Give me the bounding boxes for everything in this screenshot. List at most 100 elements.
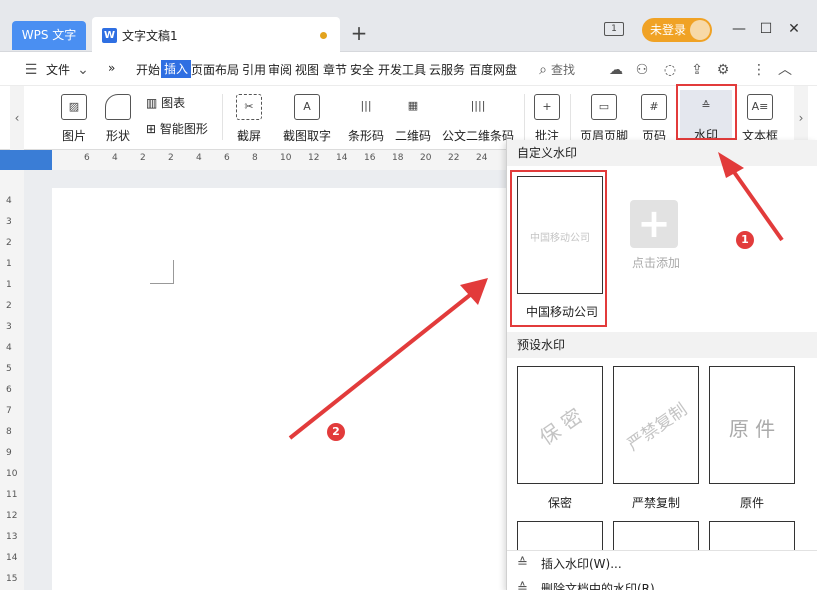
title-bar: WPS 文字 W 文字文稿1 + 1 未登录 — ☐ ✕	[0, 0, 817, 52]
ocr-button[interactable]: A 截图取字	[278, 94, 336, 144]
search-label[interactable]: 查找	[551, 61, 575, 78]
qrcode-button[interactable]: ▦ 二维码	[394, 94, 432, 144]
picture-icon: ▨	[61, 94, 87, 120]
remove-watermark-label: 删除文档中的水印(R)	[541, 582, 655, 590]
watermark-highlight-box	[676, 84, 737, 140]
preset-watermark-heading: 预设水印	[507, 332, 817, 358]
minimize-button[interactable]: —	[730, 20, 748, 38]
new-tab-button[interactable]: +	[348, 22, 370, 44]
ruler-tick-label: 12	[6, 511, 18, 521]
close-button[interactable]: ✕	[785, 20, 803, 38]
ruler-tick-label: 6	[6, 385, 12, 395]
ruler-tick-label: 4	[112, 153, 118, 163]
ruler-tick-label: 20	[420, 153, 432, 163]
hamburger-icon[interactable]: ☰	[22, 61, 40, 79]
callout-2: 2	[327, 423, 345, 441]
menu-reference[interactable]: 引用	[242, 61, 266, 78]
comment-icon: +	[534, 94, 560, 120]
qrcode-icon: ▦	[407, 99, 419, 112]
chat-icon[interactable]: ◌	[661, 61, 679, 79]
menu-file[interactable]: 文件	[46, 61, 70, 78]
collapse-ribbon-icon[interactable]: ︿	[776, 61, 794, 79]
menu-view[interactable]: 视图	[295, 61, 319, 78]
ruler-tick-label: 2	[140, 153, 146, 163]
ruler-tick-label: 14	[336, 153, 348, 163]
menu-section[interactable]: 章节	[323, 61, 347, 78]
ruler-tick-label: 3	[6, 322, 12, 332]
comment-button[interactable]: + 批注	[532, 94, 562, 144]
preset-watermark-card[interactable]: 严禁复制	[613, 366, 699, 484]
ruler-tick-label: 16	[364, 153, 376, 163]
header-footer-button[interactable]: ▭ 页眉页脚	[578, 94, 630, 144]
menu-page-layout[interactable]: 页面布局	[191, 61, 239, 78]
search-icon[interactable]: ⌕	[534, 61, 552, 79]
chart-button[interactable]: ▥ 图表	[146, 94, 185, 111]
preset-watermark-label: 保密	[547, 496, 572, 510]
add-watermark-label[interactable]: 点击添加	[621, 254, 691, 271]
menu-baidu-pan[interactable]: 百度网盘	[469, 61, 517, 78]
preset-watermark-card[interactable]: 原 件	[709, 366, 795, 484]
ruler-tick-label: 4	[196, 153, 202, 163]
window-count-icon[interactable]: 1	[604, 22, 624, 36]
gongwen-barcode-button[interactable]: |||| 公文二维条码	[440, 94, 516, 144]
share-person-icon[interactable]: ⚇	[633, 61, 651, 79]
ruler-tick-label: 13	[6, 532, 18, 542]
document-tab[interactable]: W 文字文稿1	[92, 17, 340, 52]
page-number-icon: #	[641, 94, 667, 120]
cloud-sync-icon[interactable]: ☁	[607, 61, 625, 79]
menu-more[interactable]: »	[108, 61, 115, 75]
ruler-tick-label: 4	[6, 343, 12, 353]
chevron-down-icon[interactable]: ⌄	[74, 61, 92, 79]
insert-watermark-menu-item[interactable]: ≙ 插入水印(W)...	[507, 550, 817, 576]
ruler-tick-label: 4	[6, 196, 12, 206]
margin-corner-mark	[150, 260, 174, 284]
more-vertical-icon[interactable]: ⋮	[750, 61, 768, 79]
smart-graphic-icon: ⊞	[146, 122, 160, 136]
preset-watermark-label: 原件	[739, 496, 764, 510]
ruler-tick-label: 9	[6, 448, 12, 458]
preset-watermark-card[interactable]: 保 密	[517, 366, 603, 484]
ruler-tick-label: 24	[476, 153, 488, 163]
menu-cloud-service[interactable]: 云服务	[429, 61, 465, 78]
menu-security[interactable]: 安全	[350, 61, 374, 78]
custom-watermark-highlight-box	[510, 170, 607, 327]
menu-bar: ☰ 文件 ⌄ » 开始 插入 页面布局 引用 审阅 视图 章节 安全 开发工具 …	[0, 52, 817, 86]
ruler-tick-label: 11	[6, 490, 18, 500]
gear-icon[interactable]: ⚙	[714, 61, 732, 79]
ruler-tick-label: 10	[280, 153, 292, 163]
screenshot-icon: ✂	[236, 94, 262, 120]
ruler-tick-label: 2	[6, 301, 12, 311]
watermark-icon: ≙	[517, 556, 528, 571]
ruler-tick-label: 1	[6, 259, 12, 269]
gongwen-barcode-icon: ||||	[470, 99, 486, 112]
textbox-button[interactable]: A≡ 文本框	[738, 94, 782, 144]
ribbon-scroll-left[interactable]: ‹	[10, 86, 24, 150]
ruler-tick-label: 18	[392, 153, 404, 163]
shape-button[interactable]: 形状	[98, 94, 138, 144]
ruler-tick-label: 1	[6, 280, 12, 290]
screenshot-button[interactable]: ✂ 截屏	[232, 94, 266, 144]
remove-watermark-menu-item[interactable]: ≙ 删除文档中的水印(R)	[507, 576, 817, 590]
preset-watermark-label: 严禁复制	[631, 496, 680, 510]
ruler-tick-label: 3	[6, 217, 12, 227]
menu-start[interactable]: 开始	[136, 61, 160, 78]
header-footer-icon: ▭	[591, 94, 617, 120]
avatar	[690, 20, 710, 40]
menu-insert[interactable]: 插入	[161, 60, 192, 78]
add-watermark-plus-icon[interactable]: +	[630, 200, 678, 248]
preset-watermark-preview: 保 密	[534, 403, 587, 450]
app-tab-wps[interactable]: WPS 文字	[12, 21, 86, 50]
menu-dev-tools[interactable]: 开发工具	[378, 61, 426, 78]
document-tab-title: 文字文稿1	[122, 29, 178, 43]
maximize-button[interactable]: ☐	[757, 20, 775, 38]
ruler-tick-label: 6	[84, 153, 90, 163]
barcode-button[interactable]: ||| 条形码	[346, 94, 386, 144]
login-button[interactable]: 未登录	[642, 18, 712, 42]
page-number-button[interactable]: # 页码	[636, 94, 672, 144]
preset-watermark-preview: 原 件	[728, 417, 776, 441]
picture-button[interactable]: ▨ 图片	[56, 94, 92, 144]
smart-graphic-button[interactable]: ⊞ 智能图形	[146, 120, 208, 137]
document-page[interactable]	[52, 188, 508, 590]
export-icon[interactable]: ⇪	[688, 61, 706, 79]
menu-review[interactable]: 审阅	[268, 61, 292, 78]
